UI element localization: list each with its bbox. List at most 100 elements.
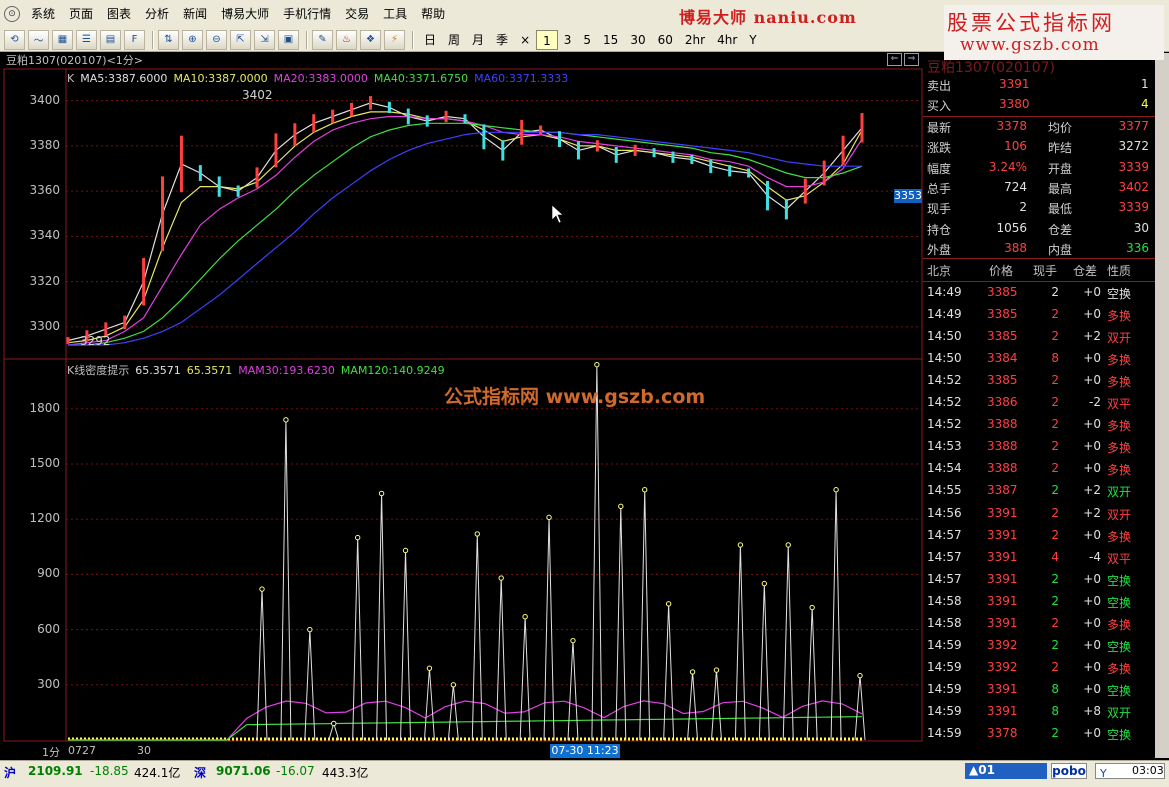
- density-point: [378, 490, 385, 497]
- candle-mark: [520, 119, 524, 145]
- tick-oi-change: +0: [1083, 285, 1101, 299]
- signal-icon: Y: [1100, 767, 1107, 780]
- series-line-ma40: [68, 122, 863, 346]
- candle-mark: [539, 125, 543, 135]
- candle-mark: [558, 131, 562, 148]
- tick-row[interactable]: 14:49 3385 2 +0 空换: [923, 282, 1155, 304]
- sh-index-label: 沪: [4, 766, 17, 780]
- divider: [923, 281, 1155, 282]
- stats-label: 昨结: [1048, 141, 1073, 156]
- stats-row: 持仓 1056 仓差 30: [923, 219, 1155, 239]
- stats-label: 均价: [1048, 121, 1073, 135]
- tick-row[interactable]: 14:54 3388 2 +0 多换: [923, 458, 1155, 480]
- tick-price: 3385: [987, 307, 1018, 322]
- density-point: [594, 361, 600, 368]
- density-point: [833, 487, 839, 493]
- candle-mark: [387, 101, 391, 114]
- stats-row: 幅度 3.24% 开盘 3339: [923, 158, 1155, 178]
- tick-row[interactable]: 14:50 3385 2 +2 双开: [923, 326, 1155, 348]
- candle-mark: [425, 115, 429, 127]
- tick-row[interactable]: 14:57 3391 2 +0 多换: [923, 525, 1155, 547]
- tick-row[interactable]: 14:49 3385 2 +0 多换: [923, 304, 1155, 326]
- tick-row[interactable]: 14:57 3391 4 -4 双平: [923, 547, 1155, 569]
- tick-oi-change: +2: [1083, 329, 1101, 344]
- density-point: [665, 601, 672, 607]
- stats-value: 3402: [1118, 179, 1149, 194]
- scrollbar[interactable]: [1155, 53, 1169, 758]
- chevron-right-icon[interactable]: ⇒: [904, 53, 919, 66]
- tick-volume: 2: [1051, 571, 1059, 586]
- chevron-left-icon[interactable]: ⇐: [887, 53, 902, 66]
- tick-row[interactable]: 14:59 3391 8 +0 空换: [923, 679, 1155, 701]
- density-spike: [591, 364, 603, 741]
- candle-mark: [123, 315, 127, 330]
- sz-index-value: 9071.06: [216, 764, 271, 778]
- price-tick-label: 3360: [29, 183, 60, 198]
- sz-index-change: -16.07: [276, 764, 315, 778]
- stats-value: 1056: [996, 220, 1027, 235]
- indicator-legend-item: MAM30:193.6230: [238, 364, 335, 377]
- tick-time: 14:57: [927, 527, 962, 542]
- tick-price: 3387: [987, 483, 1018, 498]
- tick-row[interactable]: 14:55 3387 2 +2 双开: [923, 480, 1155, 502]
- tick-time: 14:59: [927, 637, 962, 652]
- tick-row[interactable]: 14:58 3391 2 +0 空换: [923, 591, 1155, 613]
- tick-volume: 2: [1051, 307, 1059, 322]
- tick-volume: 2: [1051, 527, 1059, 542]
- tick-volume: 2: [1051, 593, 1059, 608]
- density-point: [307, 626, 313, 633]
- tick-price: 3391: [987, 527, 1018, 542]
- tick-row[interactable]: 14:52 3386 2 -2 双平: [923, 392, 1155, 414]
- tick-volume: 2: [1051, 637, 1059, 652]
- density-point: [474, 531, 480, 537]
- current-price-flag: 3353: [894, 189, 922, 203]
- alert-tab[interactable]: ▲01: [965, 763, 1047, 779]
- density-spike: [423, 668, 435, 741]
- tick-row[interactable]: 14:59 3391 8 +8 双开: [923, 701, 1155, 723]
- tick-time: 14:58: [927, 615, 962, 630]
- stats-value: 336: [1126, 240, 1149, 255]
- tick-oi-change: +0: [1083, 527, 1101, 542]
- density-spike: [806, 607, 818, 741]
- sh-index-amount: 424.1亿: [134, 766, 181, 780]
- tick-row[interactable]: 14:59 3392 2 +0 空换: [923, 635, 1155, 657]
- tick-row[interactable]: 14:52 3385 2 +0 多换: [923, 370, 1155, 392]
- candle-mark: [198, 165, 202, 181]
- tick-row[interactable]: 14:56 3391 2 +2 双开: [923, 503, 1155, 525]
- orderbook-row: 买入 3380 4: [923, 95, 1155, 115]
- candle-mark: [142, 257, 146, 306]
- density-spike: [615, 506, 627, 741]
- tick-row[interactable]: 14:50 3384 8 +0 多换: [923, 348, 1155, 370]
- tick-row[interactable]: 14:57 3391 2 +0 空换: [923, 569, 1155, 591]
- density-point: [809, 604, 815, 611]
- density-spike: [256, 589, 268, 741]
- tick-row[interactable]: 14:52 3388 2 +0 多换: [923, 414, 1155, 436]
- density-spike: [352, 537, 364, 741]
- tick-oi-change: +2: [1083, 505, 1101, 520]
- tick-nature: 多换: [1107, 529, 1132, 544]
- tick-row[interactable]: 14:53 3388 2 +0 多换: [923, 436, 1155, 458]
- indicator-tick-label: 1500: [29, 456, 60, 470]
- tick-time: 14:57: [927, 549, 962, 564]
- price-tick-label: 3400: [29, 92, 60, 107]
- stats-label: 开盘: [1048, 161, 1073, 176]
- tick-oi-change: +2: [1083, 483, 1101, 498]
- indicator-legend-item: MAM120:140.9249: [340, 364, 445, 377]
- tick-time: 14:52: [927, 373, 962, 388]
- density-spike: [495, 578, 507, 741]
- tick-price: 3392: [987, 659, 1018, 674]
- ma-legend-item: MA5:3387.6000: [80, 72, 168, 85]
- tick-price: 3378: [987, 726, 1018, 740]
- tick-row[interactable]: 14:59 3392 2 +0 多换: [923, 657, 1155, 679]
- candle-mark: [765, 180, 769, 211]
- tick-row[interactable]: 14:59 3378 2 +0 空换: [923, 723, 1155, 745]
- tick-time: 14:52: [927, 417, 962, 432]
- tick-price: 3391: [987, 681, 1018, 696]
- indicator-tick-label: 1200: [29, 511, 60, 526]
- candle-mark: [576, 141, 580, 160]
- stats-value: 388: [1004, 240, 1027, 255]
- tick-row[interactable]: 14:58 3391 2 +0 多换: [923, 613, 1155, 635]
- density-point: [450, 682, 457, 688]
- tick-volume: 2: [1051, 373, 1059, 388]
- tick-volume: 2: [1051, 329, 1059, 344]
